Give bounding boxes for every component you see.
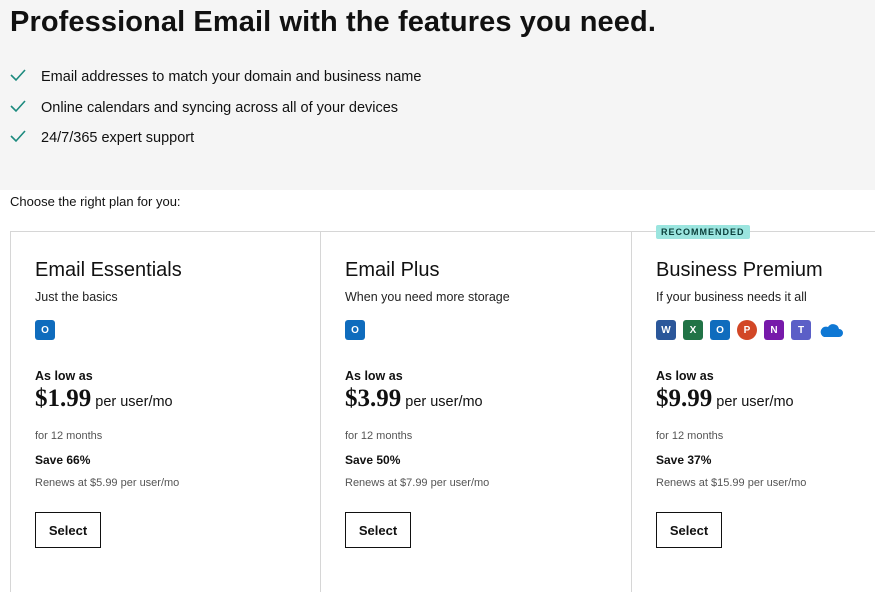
feature-item: 24/7/365 expert support xyxy=(10,123,421,154)
plan-name: Email Essentials xyxy=(35,259,182,281)
savings-text: Save 66% xyxy=(35,453,91,467)
price: $3.99 xyxy=(345,385,402,412)
savings-text: Save 50% xyxy=(345,453,401,467)
plan-subtitle: When you need more storage xyxy=(345,290,510,304)
word-icon: W xyxy=(656,320,676,340)
price-unit: per user/mo xyxy=(95,394,173,410)
checkmark-icon xyxy=(10,100,26,112)
price-unit: per user/mo xyxy=(405,394,483,410)
plan-name: Business Premium xyxy=(656,259,823,281)
onenote-icon: N xyxy=(764,320,784,340)
price: $9.99 xyxy=(656,385,713,412)
choose-plan-label: Choose the right plan for you: xyxy=(10,194,181,209)
outlook-icon: O xyxy=(35,320,55,340)
plan-card-email-essentials: Email Essentials Just the basics O As lo… xyxy=(10,232,321,592)
plan-cards: Email Essentials Just the basics O As lo… xyxy=(10,225,875,592)
feature-item: Online calendars and syncing across all … xyxy=(10,93,421,124)
as-low-as-label: As low as xyxy=(345,369,403,383)
term-text: for 12 months xyxy=(345,430,413,442)
price-line: $1.99 per user/mo xyxy=(35,385,173,413)
savings-text: Save 37% xyxy=(656,453,712,467)
price-unit: per user/mo xyxy=(716,394,794,410)
renewal-text: Renews at $7.99 per user/mo xyxy=(345,477,490,489)
feature-list: Email addresses to match your domain and… xyxy=(10,62,421,154)
recommended-badge: RECOMMENDED xyxy=(656,225,750,239)
feature-text: Email addresses to match your domain and… xyxy=(41,69,422,86)
checkmark-icon xyxy=(10,130,26,143)
as-low-as-label: As low as xyxy=(35,369,93,383)
select-button[interactable]: Select xyxy=(656,512,722,548)
teams-icon: T xyxy=(791,320,811,340)
feature-item: Email addresses to match your domain and… xyxy=(10,62,421,93)
excel-icon: X xyxy=(683,320,703,340)
plan-name: Email Plus xyxy=(345,259,440,281)
price-line: $3.99 per user/mo xyxy=(345,385,483,413)
select-button[interactable]: Select xyxy=(35,512,101,548)
app-icons: O xyxy=(35,320,55,340)
onedrive-icon xyxy=(820,324,843,337)
renewal-text: Renews at $15.99 per user/mo xyxy=(656,477,807,489)
select-button[interactable]: Select xyxy=(345,512,411,548)
checkmark-icon xyxy=(10,69,26,82)
plan-card-business-premium: RECOMMENDED Business Premium If your bus… xyxy=(631,225,875,592)
term-text: for 12 months xyxy=(656,430,724,442)
app-icons: O xyxy=(345,320,365,340)
feature-text: Online calendars and syncing across all … xyxy=(41,99,399,116)
page-title: Professional Email with the features you… xyxy=(10,6,656,38)
outlook-icon: O xyxy=(710,320,730,340)
feature-text: 24/7/365 expert support xyxy=(41,130,195,147)
price: $1.99 xyxy=(35,385,92,412)
as-low-as-label: As low as xyxy=(656,369,714,383)
powerpoint-icon: P xyxy=(737,320,757,340)
app-icons: W X O P N T xyxy=(656,320,844,340)
renewal-text: Renews at $5.99 per user/mo xyxy=(35,477,180,489)
plan-subtitle: If your business needs it all xyxy=(656,290,807,304)
outlook-icon: O xyxy=(345,320,365,340)
plan-subtitle: Just the basics xyxy=(35,290,118,304)
term-text: for 12 months xyxy=(35,430,103,442)
hero-section: Professional Email with the features you… xyxy=(0,0,875,190)
price-line: $9.99 per user/mo xyxy=(656,385,794,413)
plan-card-email-plus: Email Plus When you need more storage O … xyxy=(320,232,631,592)
